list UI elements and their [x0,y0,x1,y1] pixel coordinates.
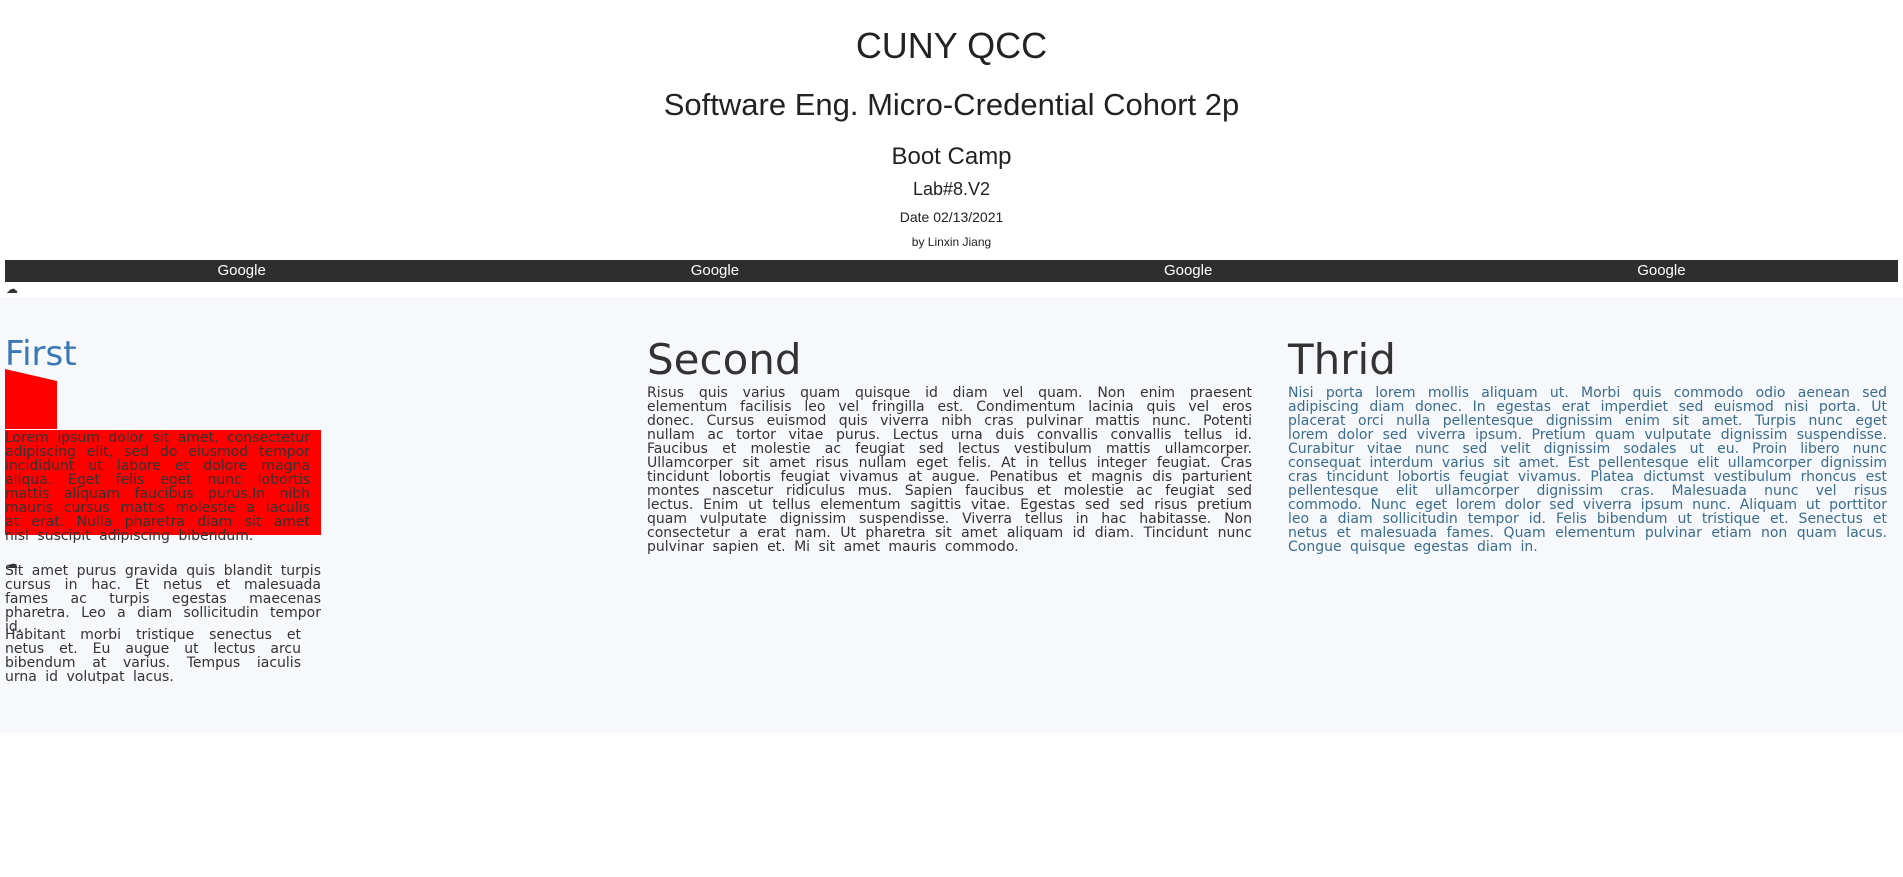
cloud-icon: ☁ [6,282,18,296]
column-first-title: First [5,334,77,374]
column-first-paragraph-2: Sit amet purus gravida quis blandit turp… [5,563,321,635]
column-second-text: Risus quis varius quam quisque id diam v… [647,385,1252,555]
site-title: CUNY QCC [855,25,1048,66]
lab-title: Lab#8.V2 [912,179,991,199]
nav-link-google-3[interactable]: Google [952,260,1425,282]
red-shape [5,369,57,429]
column-second-title: Second [647,335,802,384]
column-first-paragraph-1: Lorem ipsum dolor sit amet, consectetur … [5,430,310,544]
program-title: Software Eng. Micro-Credential Cohort 2p [663,87,1240,122]
nav-link-google-2[interactable]: Google [478,260,951,282]
date-label: Date 02/13/2021 [899,209,1004,225]
author-label: by Linxin Jiang [911,235,992,249]
column-first-paragraph-3: Habitant morbi tristique senectus et net… [5,627,301,685]
nav-link-google-4[interactable]: Google [1425,260,1898,282]
nav-link-google-1[interactable]: Google [5,260,478,282]
column-third-text: Nisi porta lorem mollis aliquam ut. Morb… [1288,385,1887,555]
course-title: Boot Camp [891,143,1012,170]
content-section: First Lorem ipsum dolor sit amet, consec… [0,297,1903,733]
column-third-title: Thrid [1288,335,1396,384]
top-navbar: Google Google Google Google [5,260,1898,282]
